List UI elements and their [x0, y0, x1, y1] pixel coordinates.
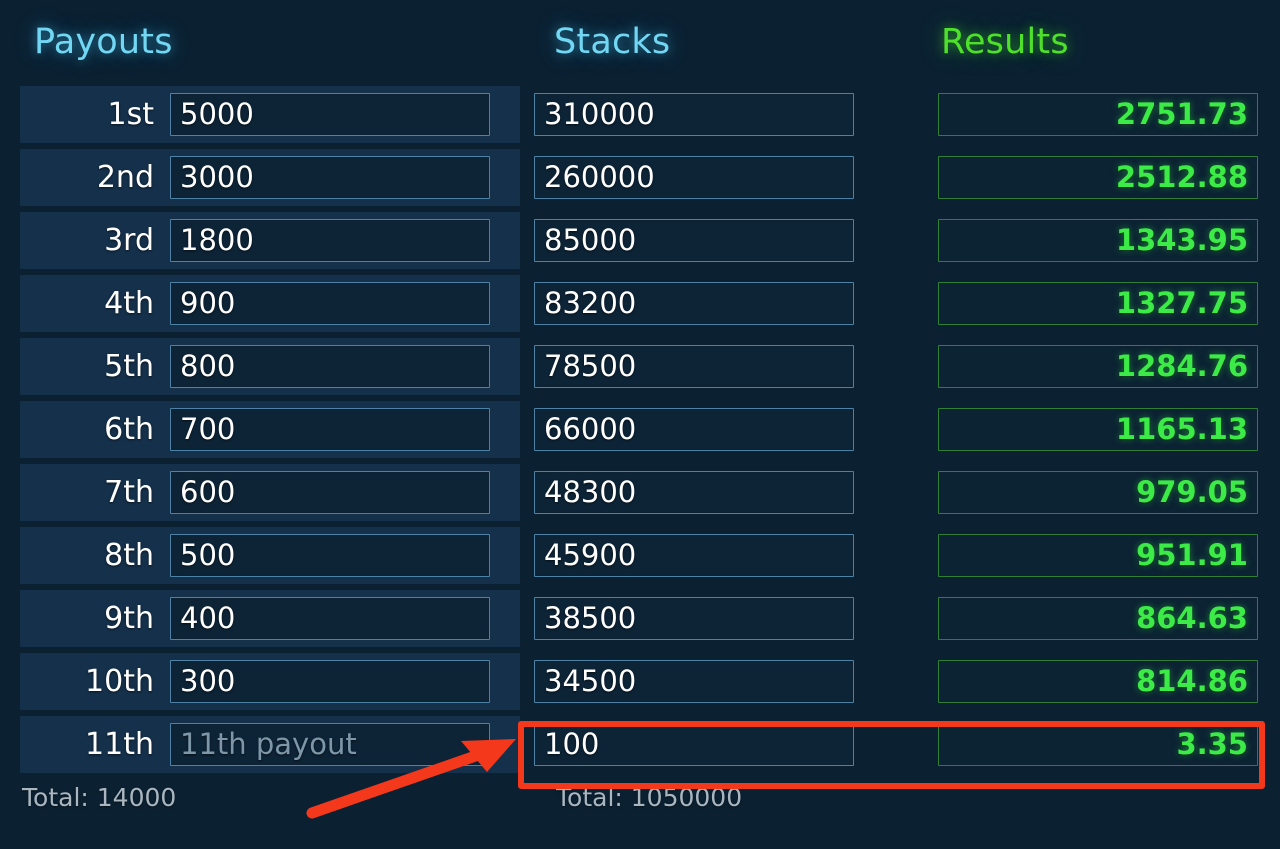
table-row: 1327.75 [925, 275, 1280, 332]
stacks-total: Total: 1050000 [556, 783, 743, 812]
rank-label-1: 1st [107, 97, 154, 132]
stacks-header: Stacks [554, 22, 671, 62]
table-row: 3rd 1800 [20, 212, 520, 269]
rank-label-7: 7th [104, 475, 154, 510]
table-row: 45900 [520, 527, 925, 584]
stack-input-3[interactable]: 85000 [534, 219, 854, 262]
table-row: 10th 300 [20, 653, 520, 710]
rank-label-5: 5th [104, 349, 154, 384]
result-value-5: 1284.76 [938, 345, 1258, 388]
stack-input-6[interactable]: 66000 [534, 408, 854, 451]
result-value-9: 864.63 [938, 597, 1258, 640]
stack-input-1[interactable]: 310000 [534, 93, 854, 136]
table-row: 814.86 [925, 653, 1280, 710]
payout-input-2[interactable]: 3000 [170, 156, 490, 199]
table-row: 9th 400 [20, 590, 520, 647]
table-row: 34500 [520, 653, 925, 710]
result-value-1: 2751.73 [938, 93, 1258, 136]
payout-calculator-screen: Payouts 1st 5000 2nd 3000 3rd 1800 4th 9… [0, 0, 1280, 849]
table-row: 85000 [520, 212, 925, 269]
stack-input-2[interactable]: 260000 [534, 156, 854, 199]
stack-input-10[interactable]: 34500 [534, 660, 854, 703]
stack-input-7[interactable]: 48300 [534, 471, 854, 514]
payout-input-6[interactable]: 700 [170, 408, 490, 451]
result-value-7: 979.05 [938, 471, 1258, 514]
payout-input-4[interactable]: 900 [170, 282, 490, 325]
rank-label-10: 10th [85, 664, 154, 699]
table-row: 310000 [520, 86, 925, 143]
table-row: 260000 [520, 149, 925, 206]
result-value-10: 814.86 [938, 660, 1258, 703]
payouts-column: Payouts 1st 5000 2nd 3000 3rd 1800 4th 9… [0, 0, 520, 849]
result-value-8: 951.91 [938, 534, 1258, 577]
stack-input-11[interactable]: 100 [534, 723, 854, 766]
payouts-header: Payouts [34, 22, 173, 62]
table-row: 78500 [520, 338, 925, 395]
result-value-4: 1327.75 [938, 282, 1258, 325]
payouts-total: Total: 14000 [22, 783, 177, 812]
table-row: 11th 11th payout [20, 716, 520, 773]
payouts-rows: 1st 5000 2nd 3000 3rd 1800 4th 900 5th 8… [0, 86, 520, 773]
stacks-rows: 310000 260000 85000 83200 78500 66000 48… [520, 86, 925, 773]
payout-input-5[interactable]: 800 [170, 345, 490, 388]
stack-input-5[interactable]: 78500 [534, 345, 854, 388]
rank-label-9: 9th [104, 601, 154, 636]
table-row: 7th 600 [20, 464, 520, 521]
results-rows: 2751.73 2512.88 1343.95 1327.75 1284.76 … [925, 86, 1280, 773]
payout-input-10[interactable]: 300 [170, 660, 490, 703]
table-row: 66000 [520, 401, 925, 458]
result-value-2: 2512.88 [938, 156, 1258, 199]
payout-input-9[interactable]: 400 [170, 597, 490, 640]
results-header: Results [941, 22, 1069, 62]
stack-input-4[interactable]: 83200 [534, 282, 854, 325]
rank-label-6: 6th [104, 412, 154, 447]
table-row: 6th 700 [20, 401, 520, 458]
result-value-3: 1343.95 [938, 219, 1258, 262]
table-row: 1284.76 [925, 338, 1280, 395]
table-row: 979.05 [925, 464, 1280, 521]
payout-input-1[interactable]: 5000 [170, 93, 490, 136]
payout-input-7[interactable]: 600 [170, 471, 490, 514]
table-row: 3.35 [925, 716, 1280, 773]
rank-label-8: 8th [104, 538, 154, 573]
stack-input-8[interactable]: 45900 [534, 534, 854, 577]
table-row: 1st 5000 [20, 86, 520, 143]
table-row: 864.63 [925, 590, 1280, 647]
payout-input-8[interactable]: 500 [170, 534, 490, 577]
payout-input-11-placeholder: 11th payout [180, 727, 357, 761]
table-row: 2nd 3000 [20, 149, 520, 206]
table-row: 2751.73 [925, 86, 1280, 143]
payout-input-3[interactable]: 1800 [170, 219, 490, 262]
table-row: 100 [520, 716, 925, 773]
rank-label-4: 4th [104, 286, 154, 321]
table-row: 5th 800 [20, 338, 520, 395]
result-value-11: 3.35 [938, 723, 1258, 766]
table-row: 4th 900 [20, 275, 520, 332]
table-row: 48300 [520, 464, 925, 521]
stack-input-9[interactable]: 38500 [534, 597, 854, 640]
table-row: 8th 500 [20, 527, 520, 584]
table-row: 1165.13 [925, 401, 1280, 458]
stacks-column: Stacks 310000 260000 85000 83200 78500 6… [520, 0, 925, 849]
results-column: Results 2751.73 2512.88 1343.95 1327.75 … [925, 0, 1280, 849]
rank-label-3: 3rd [104, 223, 154, 258]
table-row: 83200 [520, 275, 925, 332]
table-row: 951.91 [925, 527, 1280, 584]
table-row: 38500 [520, 590, 925, 647]
table-row: 1343.95 [925, 212, 1280, 269]
payout-input-11[interactable]: 11th payout [170, 723, 490, 766]
result-value-6: 1165.13 [938, 408, 1258, 451]
table-row: 2512.88 [925, 149, 1280, 206]
rank-label-2: 2nd [96, 160, 154, 195]
rank-label-11: 11th [85, 727, 154, 762]
